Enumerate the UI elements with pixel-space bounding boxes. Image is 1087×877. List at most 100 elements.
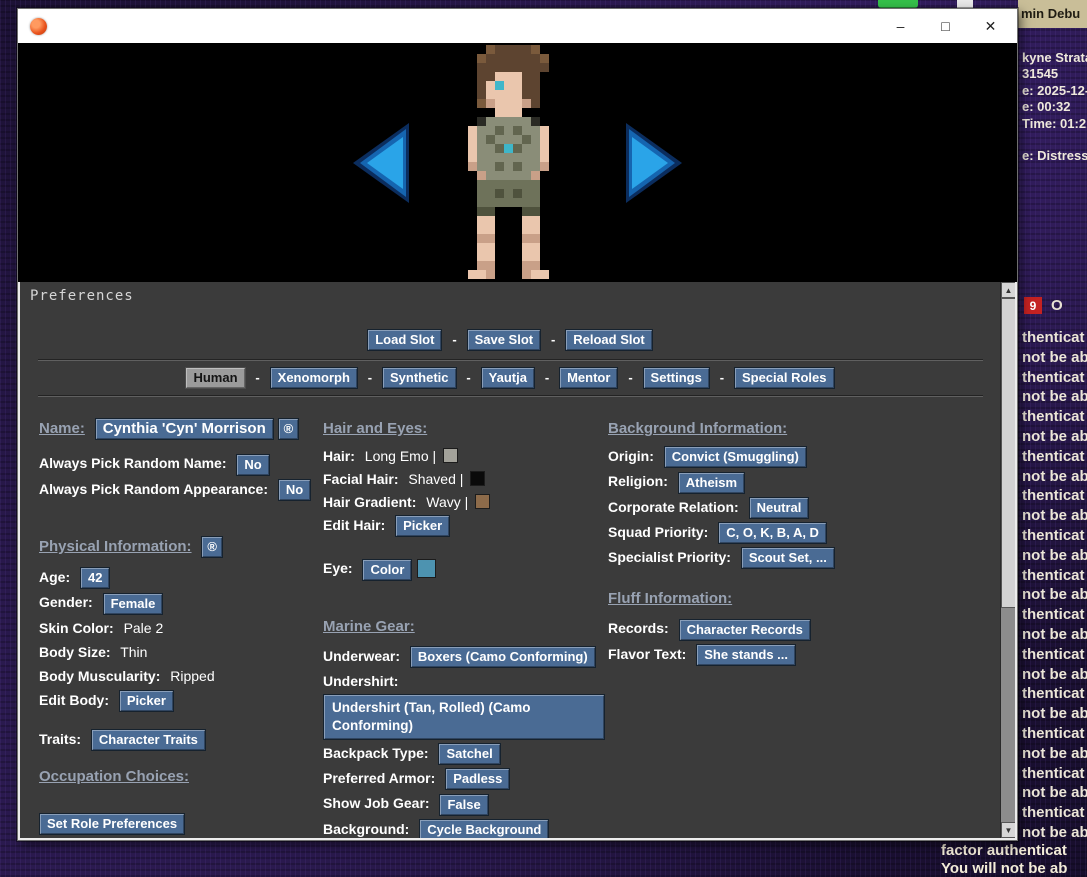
chat-line-fragment: thenticat bbox=[1022, 328, 1087, 348]
chat-line-fragment: not be ab bbox=[1022, 546, 1087, 566]
tab-special-roles[interactable]: Special Roles bbox=[734, 367, 835, 389]
hair-gradient-value[interactable]: Wavy | bbox=[426, 494, 468, 510]
randomize-name-button[interactable]: ® bbox=[278, 418, 300, 440]
random-appearance-toggle[interactable]: No bbox=[278, 479, 311, 501]
body-size-label: Body Size: bbox=[39, 644, 111, 660]
set-role-preferences-button[interactable]: Set Role Preferences bbox=[39, 813, 185, 835]
status-line-fragment: e: 00:32 bbox=[1022, 99, 1087, 115]
reload-slot-button[interactable]: Reload Slot bbox=[565, 329, 653, 351]
facial-hair-label: Facial Hair: bbox=[323, 471, 398, 487]
tab-synthetic[interactable]: Synthetic bbox=[382, 367, 457, 389]
background-info-column: Background Information: Origin: Convict … bbox=[608, 418, 953, 669]
corporate-relation-label: Corporate Relation: bbox=[608, 499, 739, 515]
save-slot-button[interactable]: Save Slot bbox=[467, 329, 542, 351]
edit-hair-picker-button[interactable]: Picker bbox=[395, 515, 450, 537]
hair-label: Hair: bbox=[323, 448, 355, 464]
appearance-column: Hair and Eyes: Hair: Long Emo | Facial H… bbox=[323, 418, 619, 838]
hair-color-swatch[interactable] bbox=[443, 448, 458, 463]
chat-line-fragment: not be ab bbox=[1022, 387, 1087, 407]
chat-line-fragment: not be ab bbox=[1022, 467, 1087, 487]
facial-hair-value[interactable]: Shaved | bbox=[408, 471, 463, 487]
preferred-armor-label: Preferred Armor: bbox=[323, 770, 435, 786]
chat-line-fragment: not be ab bbox=[1022, 823, 1087, 843]
backpack-type-label: Backpack Type: bbox=[323, 745, 429, 761]
panel-scrollbar[interactable]: ▲ ▼ bbox=[1000, 282, 1015, 838]
hair-eyes-section-header: Hair and Eyes: bbox=[323, 420, 427, 437]
separator: - bbox=[466, 370, 470, 385]
separator: - bbox=[255, 370, 259, 385]
tab-mentor[interactable]: Mentor bbox=[559, 367, 618, 389]
preferred-armor-button[interactable]: Padless bbox=[445, 768, 510, 790]
squad-priority-button[interactable]: C, O, K, B, A, D bbox=[718, 522, 827, 544]
gender-label: Gender: bbox=[39, 594, 93, 610]
tab-human[interactable]: Human bbox=[185, 367, 245, 389]
minimize-button[interactable]: – bbox=[878, 11, 923, 41]
edit-body-label: Edit Body: bbox=[39, 692, 109, 708]
muscularity-value[interactable]: Ripped bbox=[170, 668, 214, 684]
facial-hair-color-swatch[interactable] bbox=[470, 471, 485, 486]
origin-label: Origin: bbox=[608, 448, 654, 464]
background-green-button bbox=[878, 0, 918, 8]
tab-xenomorph[interactable]: Xenomorph bbox=[270, 367, 358, 389]
chat-line-fragment: not be ab bbox=[1022, 665, 1087, 685]
separator: - bbox=[628, 370, 632, 385]
specialist-priority-button[interactable]: Scout Set, ... bbox=[741, 547, 835, 569]
tab-yautja[interactable]: Yautja bbox=[481, 367, 535, 389]
chat-line-fragment: not be ab bbox=[1022, 506, 1087, 526]
religion-button[interactable]: Atheism bbox=[678, 472, 745, 494]
origin-button[interactable]: Convict (Smuggling) bbox=[664, 446, 807, 468]
maximize-button[interactable]: □ bbox=[923, 11, 968, 41]
skin-color-value[interactable]: Pale 2 bbox=[124, 620, 164, 636]
backpack-type-button[interactable]: Satchel bbox=[438, 743, 500, 765]
chat-tab-label-fragment: O bbox=[1051, 297, 1063, 314]
fluff-section-header: Fluff Information: bbox=[608, 590, 732, 607]
byond-app-icon bbox=[30, 18, 47, 35]
character-name-button[interactable]: Cynthia 'Cyn' Morrison bbox=[95, 418, 274, 440]
body-size-value[interactable]: Thin bbox=[120, 644, 147, 660]
edit-body-picker-button[interactable]: Picker bbox=[119, 690, 174, 712]
chat-line-fragment: You will not be ab bbox=[941, 860, 1087, 877]
character-records-button[interactable]: Character Records bbox=[679, 619, 811, 641]
eye-color-button[interactable]: Color bbox=[362, 559, 412, 581]
show-job-gear-toggle[interactable]: False bbox=[439, 794, 488, 816]
randomize-appearance-button[interactable]: ® bbox=[201, 536, 223, 558]
edit-hair-label: Edit Hair: bbox=[323, 517, 385, 533]
random-name-toggle[interactable]: No bbox=[236, 454, 269, 476]
chat-line-fragment: not be ab bbox=[1022, 625, 1087, 645]
titlebar[interactable]: – □ ✕ bbox=[18, 9, 1017, 43]
character-setup-window: – □ ✕ Preferences Load Slot - Save Slot … bbox=[17, 8, 1018, 841]
scroll-up-arrow-icon[interactable]: ▲ bbox=[1001, 282, 1015, 298]
corporate-relation-button[interactable]: Neutral bbox=[749, 497, 810, 519]
muscularity-label: Body Muscularity: bbox=[39, 668, 160, 684]
occupation-section-header: Occupation Choices: bbox=[39, 768, 189, 785]
cycle-background-button[interactable]: Cycle Background bbox=[419, 819, 549, 838]
undershirt-button[interactable]: Undershirt (Tan, Rolled) (Camo Conformin… bbox=[323, 694, 605, 740]
chat-line-fragment: not be ab bbox=[1022, 585, 1087, 605]
chat-line-fragment: thenticat bbox=[1022, 645, 1087, 665]
traits-label: Traits: bbox=[39, 731, 81, 747]
background-info-section-header: Background Information: bbox=[608, 420, 787, 437]
gender-button[interactable]: Female bbox=[103, 593, 164, 615]
rotate-left-arrow-icon[interactable] bbox=[351, 121, 411, 205]
marine-gear-section-header: Marine Gear: bbox=[323, 618, 415, 635]
hair-style-value[interactable]: Long Emo | bbox=[365, 448, 436, 464]
eye-color-swatch[interactable] bbox=[417, 559, 436, 578]
scrollbar-thumb[interactable] bbox=[1001, 298, 1015, 608]
age-button[interactable]: 42 bbox=[80, 567, 110, 589]
separator: - bbox=[545, 370, 549, 385]
tab-settings[interactable]: Settings bbox=[643, 367, 710, 389]
chat-log-bottom-fragments: factor authenticat You will not be ab bbox=[941, 842, 1087, 877]
show-job-gear-label: Show Job Gear: bbox=[323, 795, 430, 811]
hair-gradient-color-swatch[interactable] bbox=[475, 494, 490, 509]
divider bbox=[38, 395, 983, 397]
character-traits-button[interactable]: Character Traits bbox=[91, 729, 206, 751]
underwear-button[interactable]: Boxers (Camo Conforming) bbox=[410, 646, 596, 668]
close-button[interactable]: ✕ bbox=[968, 11, 1013, 41]
flavor-text-button[interactable]: She stands ... bbox=[696, 644, 796, 666]
unread-count-badge: 9 bbox=[1024, 297, 1042, 314]
load-slot-button[interactable]: Load Slot bbox=[367, 329, 442, 351]
chat-log-fragments: thenticatnot be abthenticatnot be abthen… bbox=[1022, 328, 1087, 845]
rotate-right-arrow-icon[interactable] bbox=[624, 121, 684, 205]
scroll-down-arrow-icon[interactable]: ▼ bbox=[1001, 822, 1015, 838]
random-appearance-label: Always Pick Random Appearance: bbox=[39, 481, 268, 497]
